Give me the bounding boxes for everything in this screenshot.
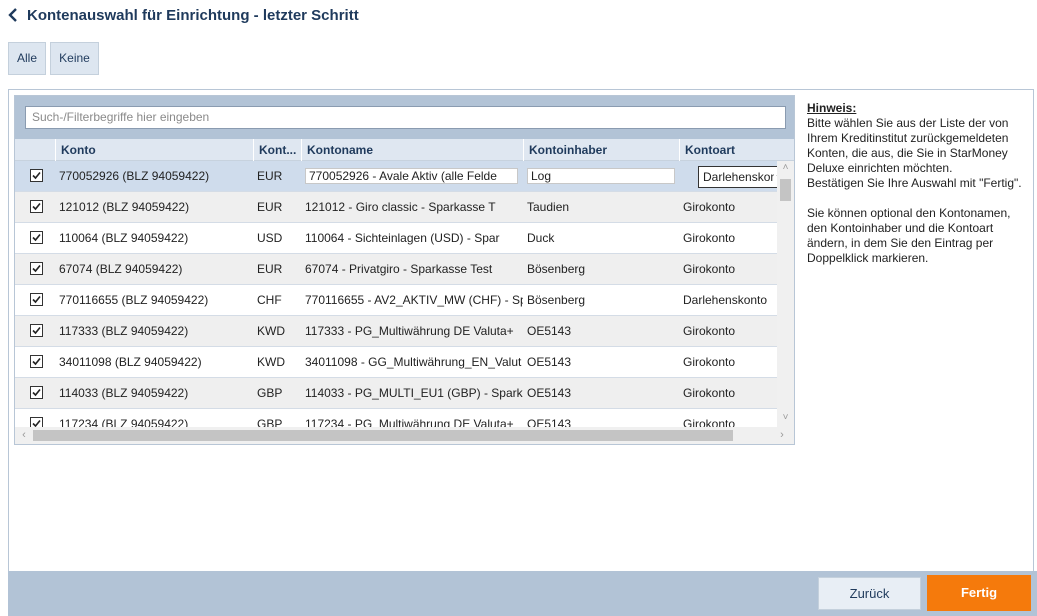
scroll-down-icon[interactable]: ˅ bbox=[777, 411, 794, 425]
cell-kontoinhaber: Duck bbox=[527, 231, 555, 245]
row-checkbox[interactable] bbox=[30, 355, 43, 368]
cell-kontoinhaber: OE5143 bbox=[527, 324, 572, 338]
cell-waehrung: USD bbox=[257, 231, 283, 245]
vertical-scrollbar[interactable]: ˄ ˅ bbox=[777, 161, 794, 427]
cell-kontoinhaber: Taudien bbox=[527, 200, 570, 214]
table-row[interactable]: 110064 (BLZ 94059422) USD 110064 - Sicht… bbox=[15, 223, 777, 254]
cell-waehrung: GBP bbox=[257, 417, 283, 427]
cell-kontoart: Girokonto bbox=[683, 231, 736, 245]
table-body: 770052926 (BLZ 94059422) EUR 770052926 -… bbox=[15, 161, 777, 427]
column-header-waehrung[interactable]: Kont... bbox=[253, 139, 301, 161]
column-header-check[interactable] bbox=[15, 139, 55, 161]
back-button[interactable]: Zurück bbox=[818, 577, 921, 610]
cell-konto: 34011098 (BLZ 94059422) bbox=[59, 355, 202, 369]
header: Kontenauswahl für Einrichtung - letzter … bbox=[0, 0, 1037, 34]
cell-waehrung: KWD bbox=[257, 355, 285, 369]
kontoart-select[interactable]: Darlehenskonto bbox=[698, 166, 777, 188]
table-row[interactable]: 34011098 (BLZ 94059422) KWD 34011098 - G… bbox=[15, 347, 777, 378]
cell-kontoname: 110064 - Sichteinlagen (USD) - Spar bbox=[305, 231, 500, 245]
hint-text-2: Bestätigen Sie Ihre Auswahl mit "Fertig"… bbox=[807, 176, 1022, 190]
hint-text-3: Sie können optional den Kontonamen, den … bbox=[807, 206, 1011, 265]
cell-kontoname: 117234 - PG_Multiwährung DE Valuta+ bbox=[305, 417, 514, 427]
table-row[interactable]: 770116655 (BLZ 94059422) CHF 770116655 -… bbox=[15, 285, 777, 316]
cell-kontoname: 67074 - Privatgiro - Sparkasse Test bbox=[305, 262, 493, 276]
cell-kontoart: Girokonto bbox=[683, 324, 736, 338]
accounts-grid: Such-/Filterbegriffe hier eingeben Konto… bbox=[14, 95, 795, 445]
back-arrow-icon[interactable] bbox=[6, 6, 22, 24]
row-checkbox[interactable] bbox=[30, 324, 43, 337]
row-checkbox[interactable] bbox=[30, 293, 43, 306]
hint-text-1: Bitte wählen Sie aus der Liste der von I… bbox=[807, 116, 1009, 175]
horizontal-scroll-thumb[interactable] bbox=[33, 430, 733, 441]
kontoart-select-value: Darlehenskonto bbox=[703, 170, 777, 184]
cell-waehrung: EUR bbox=[257, 200, 283, 214]
table-row[interactable]: 770052926 (BLZ 94059422) EUR 770052926 -… bbox=[15, 161, 777, 192]
table-row[interactable]: 114033 (BLZ 94059422) GBP 114033 - PG_MU… bbox=[15, 378, 777, 409]
table-row[interactable]: 117333 (BLZ 94059422) KWD 117333 - PG_Mu… bbox=[15, 316, 777, 347]
cell-kontoinhaber: OE5143 bbox=[527, 355, 572, 369]
column-header-kontoname[interactable]: Kontoname bbox=[301, 139, 523, 161]
hint-panel: Hinweis: Bitte wählen Sie aus der Liste … bbox=[807, 101, 1022, 266]
cell-konto: 770116655 (BLZ 94059422) bbox=[59, 293, 209, 307]
table-row[interactable]: 121012 (BLZ 94059422) EUR 121012 - Giro … bbox=[15, 192, 777, 223]
horizontal-scrollbar[interactable]: ‹ › bbox=[15, 427, 794, 444]
cell-kontoart: Girokonto bbox=[683, 355, 736, 369]
cell-kontoinhaber: OE5143 bbox=[527, 417, 572, 427]
done-button[interactable]: Fertig bbox=[927, 575, 1031, 611]
cell-kontoinhaber: Bösenberg bbox=[527, 293, 586, 307]
scroll-left-icon[interactable]: ‹ bbox=[17, 427, 31, 444]
cell-waehrung: CHF bbox=[257, 293, 282, 307]
cell-kontoname: 770116655 - AV2_AKTIV_MW (CHF) - Sp bbox=[305, 293, 523, 307]
cell-konto: 121012 (BLZ 94059422) bbox=[59, 200, 190, 214]
scroll-right-icon[interactable]: › bbox=[775, 427, 789, 444]
cell-waehrung: GBP bbox=[257, 386, 283, 400]
kontoname-edit-field[interactable]: 770052926 - Avale Aktiv (alle Felde bbox=[305, 168, 518, 184]
cell-waehrung: KWD bbox=[257, 324, 285, 338]
table-row[interactable]: 117234 (BLZ 94059422) GBP 117234 - PG_Mu… bbox=[15, 409, 777, 427]
scroll-up-icon[interactable]: ˄ bbox=[777, 161, 794, 175]
row-checkbox[interactable] bbox=[30, 231, 43, 244]
cell-kontoinhaber: Bösenberg bbox=[527, 262, 586, 276]
select-none-button[interactable]: Keine bbox=[50, 42, 99, 75]
page-title: Kontenauswahl für Einrichtung - letzter … bbox=[27, 7, 359, 24]
cell-konto: 770052926 (BLZ 94059422) bbox=[59, 169, 210, 183]
row-checkbox[interactable] bbox=[30, 200, 43, 213]
cell-kontoname: 117333 - PG_Multiwährung DE Valuta+ bbox=[305, 324, 514, 338]
cell-konto: 117234 (BLZ 94059422) bbox=[59, 417, 189, 427]
cell-kontoart: Girokonto bbox=[683, 386, 736, 400]
table-row[interactable]: 67074 (BLZ 94059422) EUR 67074 - Privatg… bbox=[15, 254, 777, 285]
cell-waehrung: EUR bbox=[257, 169, 283, 183]
cell-waehrung: EUR bbox=[257, 262, 283, 276]
cell-kontoart: Girokonto bbox=[683, 200, 736, 214]
cell-konto: 110064 (BLZ 94059422) bbox=[59, 231, 189, 245]
cell-konto: 67074 (BLZ 94059422) bbox=[59, 262, 183, 276]
search-input[interactable]: Such-/Filterbegriffe hier eingeben bbox=[25, 106, 786, 129]
cell-kontoinhaber: OE5143 bbox=[527, 386, 572, 400]
row-checkbox[interactable] bbox=[30, 262, 43, 275]
filter-bar: Such-/Filterbegriffe hier eingeben bbox=[15, 96, 794, 139]
cell-kontoart: Girokonto bbox=[683, 262, 736, 276]
vertical-scroll-thumb[interactable] bbox=[780, 179, 791, 201]
column-header-konto[interactable]: Konto bbox=[55, 139, 253, 161]
column-header-kontoinhaber[interactable]: Kontoinhaber bbox=[523, 139, 679, 161]
cell-kontoname: 114033 - PG_MULTI_EU1 (GBP) - Spark bbox=[305, 386, 523, 400]
cell-kontoname: 121012 - Giro classic - Sparkasse T bbox=[305, 200, 496, 214]
table-header: Konto Kont... Kontoname Kontoinhaber Kon… bbox=[15, 139, 794, 161]
cell-kontoart: Girokonto bbox=[683, 417, 736, 427]
cell-konto: 114033 (BLZ 94059422) bbox=[59, 386, 189, 400]
row-checkbox[interactable] bbox=[30, 169, 43, 182]
cell-konto: 117333 (BLZ 94059422) bbox=[59, 324, 189, 338]
cell-kontoart: Darlehenskonto bbox=[683, 293, 768, 307]
row-checkbox[interactable] bbox=[30, 386, 43, 399]
kontoinhaber-edit-field[interactable]: Log bbox=[527, 168, 675, 184]
select-all-button[interactable]: Alle bbox=[8, 42, 46, 75]
hint-title: Hinweis: bbox=[807, 101, 857, 115]
column-header-kontoart[interactable]: Kontoart bbox=[679, 139, 777, 161]
cell-kontoname: 34011098 - GG_Multiwährung_EN_Valut bbox=[305, 355, 522, 369]
row-checkbox[interactable] bbox=[30, 417, 43, 427]
